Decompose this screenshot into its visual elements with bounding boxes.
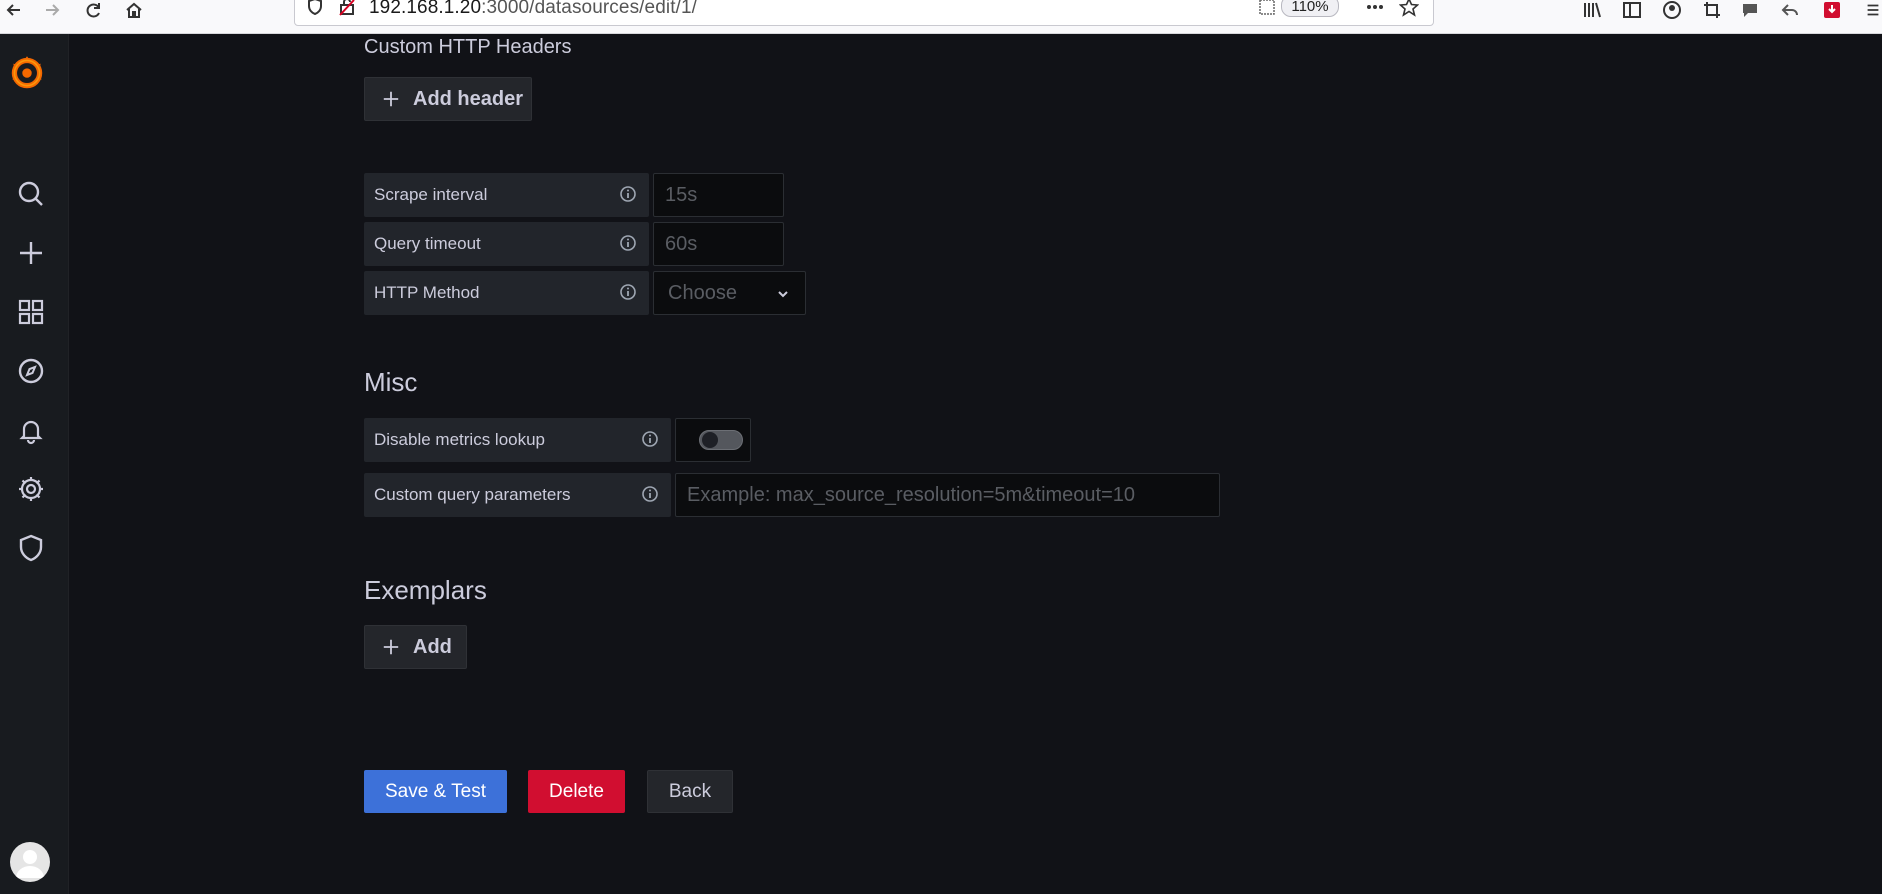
extension-icon[interactable]: [1820, 0, 1844, 20]
server-admin-shield-icon[interactable]: [0, 526, 62, 570]
info-icon[interactable]: [641, 430, 659, 448]
menu-icon[interactable]: [1864, 0, 1882, 20]
save-and-test-button[interactable]: Save & Test: [364, 770, 507, 813]
back-arrow-icon[interactable]: [2, 0, 26, 20]
delete-button[interactable]: Delete: [528, 770, 625, 813]
plus-icon: [379, 87, 403, 111]
scrape-interval-label: Scrape interval: [364, 173, 649, 217]
disable-metrics-lookup-text: Disable metrics lookup: [374, 430, 546, 449]
disable-metrics-lookup-toggle[interactable]: [675, 418, 751, 462]
info-icon[interactable]: [619, 234, 637, 252]
dashboards-icon[interactable]: [0, 290, 62, 334]
add-header-button[interactable]: Add header: [364, 77, 532, 121]
add-header-label: Add header: [413, 87, 524, 110]
crop-screenshot-icon[interactable]: [1700, 0, 1724, 20]
toggle-track: [699, 430, 743, 450]
undo-icon[interactable]: [1778, 0, 1802, 20]
back-button[interactable]: Back: [647, 770, 733, 813]
custom-http-headers-label: Custom HTTP Headers: [364, 36, 572, 58]
shield-tracking-icon[interactable]: [303, 0, 327, 17]
insecure-lock-icon[interactable]: [335, 0, 359, 17]
http-method-value: Choose: [668, 281, 737, 304]
url-text: 192.168.1.20:3000/datasources/edit/1/: [369, 0, 697, 19]
exemplars-section-title: Exemplars: [364, 575, 487, 605]
zoom-level-badge[interactable]: 110%: [1281, 0, 1339, 17]
main-content: Custom HTTP Headers Add header Scrape in…: [70, 34, 1882, 894]
explore-compass-icon[interactable]: [0, 349, 62, 393]
add-exemplar-button[interactable]: Add: [364, 625, 467, 669]
sidebar-toggle-icon[interactable]: [1620, 0, 1644, 20]
toggle-knob: [702, 432, 718, 448]
page-actions-icon[interactable]: [1363, 0, 1387, 17]
disable-metrics-lookup-label: Disable metrics lookup: [364, 418, 671, 462]
chevron-down-icon: [775, 285, 791, 301]
alerting-bell-icon[interactable]: [0, 408, 62, 452]
sidebar: [0, 34, 69, 894]
info-icon[interactable]: [619, 185, 637, 203]
browser-toolbar: 192.168.1.20:3000/datasources/edit/1/ 11…: [0, 0, 1882, 34]
http-method-label: HTTP Method: [364, 271, 649, 315]
chat-icon[interactable]: [1738, 0, 1762, 20]
add-exemplar-label: Add: [413, 635, 452, 658]
custom-query-parameters-text: Custom query parameters: [374, 485, 571, 504]
account-icon[interactable]: [1660, 0, 1684, 20]
user-avatar[interactable]: [10, 842, 50, 882]
scrape-interval-input[interactable]: 15s: [653, 173, 784, 217]
library-icon[interactable]: [1580, 0, 1604, 20]
query-timeout-text: Query timeout: [374, 234, 481, 253]
reload-icon[interactable]: [82, 0, 106, 20]
search-icon[interactable]: [0, 172, 62, 216]
http-method-select[interactable]: Choose: [653, 271, 806, 315]
forward-arrow-icon[interactable]: [40, 0, 64, 20]
configuration-gear-icon[interactable]: [0, 467, 62, 511]
custom-query-parameters-input[interactable]: Example: max_source_resolution=5m&timeou…: [675, 473, 1220, 517]
scrape-interval-text: Scrape interval: [374, 185, 488, 204]
misc-section-title: Misc: [364, 367, 418, 397]
query-timeout-input[interactable]: 60s: [653, 222, 784, 266]
grafana-logo-icon[interactable]: [4, 50, 50, 94]
url-host: 192.168.1.20: [369, 0, 482, 18]
create-plus-icon[interactable]: [0, 231, 62, 275]
info-icon[interactable]: [619, 283, 637, 301]
home-icon[interactable]: [122, 0, 146, 20]
info-icon[interactable]: [641, 485, 659, 503]
qr-code-icon[interactable]: [1255, 0, 1279, 17]
url-path: :3000/datasources/edit/1/: [481, 0, 698, 18]
custom-query-parameters-label: Custom query parameters: [364, 473, 671, 517]
query-timeout-label: Query timeout: [364, 222, 649, 266]
url-bar[interactable]: 192.168.1.20:3000/datasources/edit/1/ 11…: [294, 0, 1434, 26]
plus-icon: [379, 635, 403, 659]
http-method-text: HTTP Method: [374, 283, 480, 302]
bookmark-star-icon[interactable]: [1397, 0, 1421, 17]
